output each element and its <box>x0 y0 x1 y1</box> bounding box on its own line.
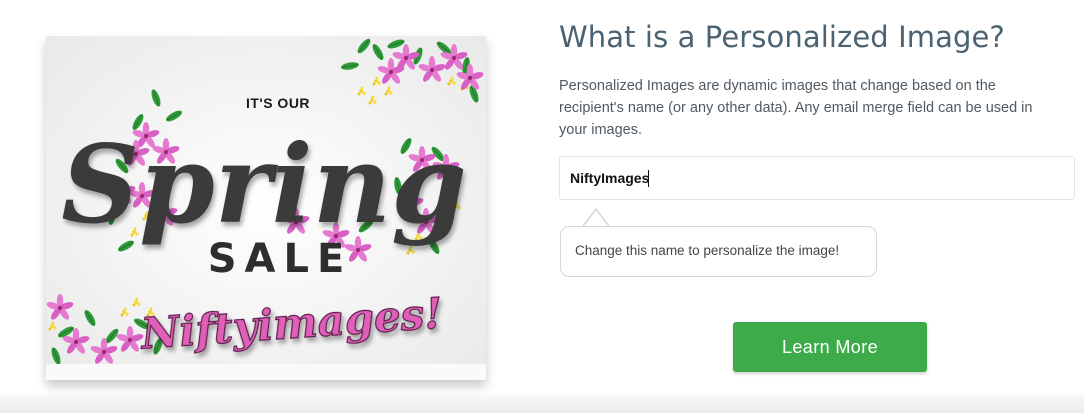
personalized-image-preview: IT'S OUR Spring SALE Niftyimages! <box>46 36 486 380</box>
name-input[interactable] <box>559 156 1075 200</box>
promo-line-its-our: IT'S OUR <box>246 95 310 111</box>
page-title: What is a Personalized Image? <box>559 20 1005 54</box>
tooltip-arrow-icon <box>581 207 611 228</box>
text-cursor <box>648 170 649 187</box>
name-hint-tooltip: Change this name to personalize the imag… <box>560 226 877 277</box>
description-text: Personalized Images are dynamic images t… <box>559 78 1033 138</box>
learn-more-button[interactable]: Learn More <box>733 322 927 372</box>
promo-line-sale: SALE <box>208 236 353 282</box>
promo-line-spring: Spring <box>61 122 466 248</box>
spring-sale-artwork: IT'S OUR Spring SALE Niftyimages! <box>46 36 486 380</box>
image-bottom-strip <box>46 364 486 380</box>
personalized-image-section: IT'S OUR Spring SALE Niftyimages! What i… <box>0 0 1084 413</box>
